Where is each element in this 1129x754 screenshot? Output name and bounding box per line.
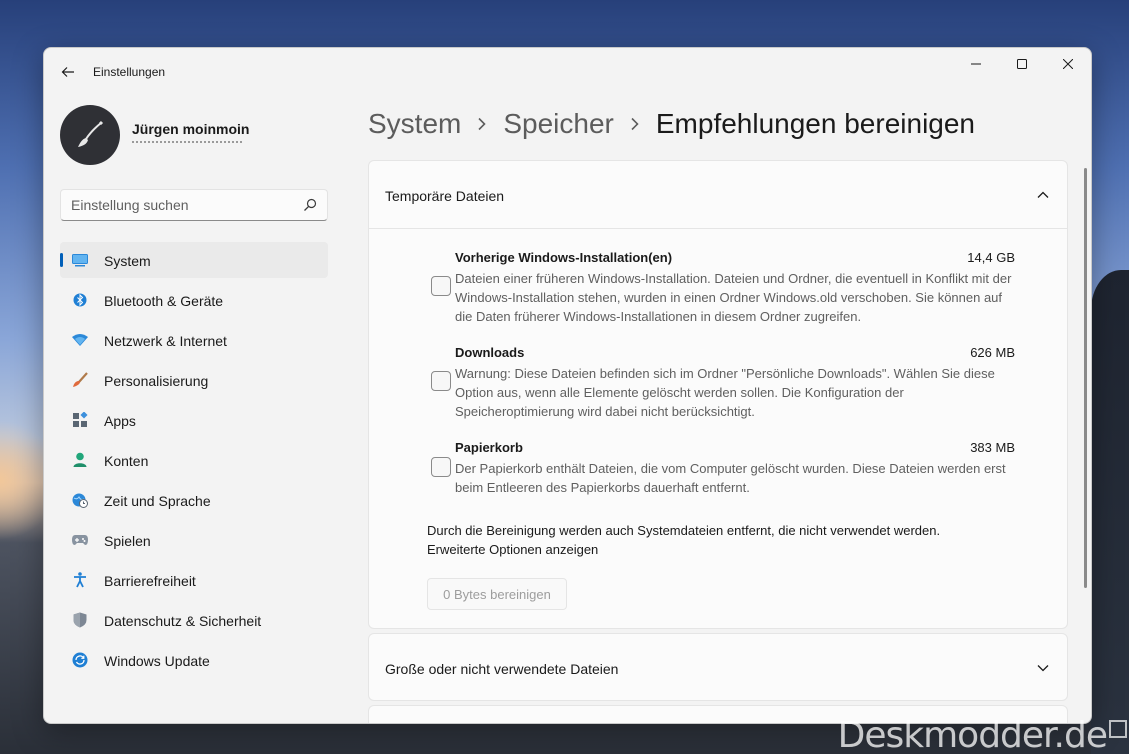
downloads-checkbox[interactable] — [431, 371, 451, 391]
temporary-files-header[interactable]: Temporäre Dateien — [369, 161, 1067, 229]
close-icon — [1063, 59, 1073, 69]
shield-icon — [72, 612, 88, 628]
search-input[interactable] — [71, 190, 291, 220]
advanced-options-link[interactable]: Erweiterte Optionen anzeigen — [427, 540, 598, 559]
sidebar-nav: System Bluetooth & Geräte Netzwerk & Int… — [60, 242, 328, 682]
sidebar-item-label: Konten — [104, 453, 149, 469]
windows-old-checkbox[interactable] — [431, 276, 451, 296]
sidebar-item-label: Spielen — [104, 533, 151, 549]
back-button[interactable] — [56, 60, 80, 84]
chevron-up-icon[interactable] — [1035, 187, 1051, 203]
sidebar-item-personalization[interactable]: Personalisierung — [60, 362, 328, 398]
arrow-left-icon — [61, 67, 74, 77]
entry-description: Dateien einer früheren Windows-Installat… — [455, 271, 1012, 324]
recycle-bin-checkbox[interactable] — [431, 457, 451, 477]
maximize-button[interactable] — [999, 48, 1045, 80]
entry-size: 383 MB — [970, 440, 1015, 455]
title-bar: Einstellungen — [44, 48, 1091, 96]
cleanup-entry-recycle-bin: Papierkorb 383 MB Der Papierkorb enthält… — [427, 440, 1015, 497]
temporary-files-title: Temporäre Dateien — [385, 188, 505, 204]
scrollbar[interactable] — [1084, 168, 1087, 588]
sidebar-item-gaming[interactable]: Spielen — [60, 522, 328, 558]
chevron-down-icon[interactable] — [1035, 660, 1051, 676]
sidebar-item-label: Windows Update — [104, 653, 210, 669]
window-controls — [953, 48, 1091, 80]
cleanup-entry-downloads: Downloads 626 MB Warnung: Diese Dateien … — [427, 345, 1015, 421]
system-icon — [72, 252, 88, 268]
sidebar-item-label: Barrierefreiheit — [104, 573, 196, 589]
sidebar-item-label: Zeit und Sprache — [104, 493, 211, 509]
chevron-right-icon — [461, 117, 503, 131]
cleanup-notice: Durch die Bereinigung werden auch System… — [427, 523, 941, 538]
cleanup-entry-windows-old: Vorherige Windows-Installation(en) 14,4 … — [427, 250, 1015, 326]
update-icon — [72, 652, 88, 668]
sidebar-item-accounts[interactable]: Konten — [60, 442, 328, 478]
temporary-files-card: Temporäre Dateien Vorherige Windows-Inst… — [368, 160, 1068, 629]
apps-icon — [72, 412, 88, 428]
entry-title: Papierkorb — [455, 440, 523, 455]
sidebar-item-label: Datenschutz & Sicherheit — [104, 613, 262, 629]
watermark-edit-icon — [1109, 720, 1127, 738]
accessibility-icon — [72, 572, 88, 588]
chevron-right-icon — [614, 117, 656, 131]
sidebar-item-privacy[interactable]: Datenschutz & Sicherheit — [60, 602, 328, 638]
minimize-button[interactable] — [953, 48, 999, 80]
entry-size: 14,4 GB — [967, 250, 1015, 265]
wallpaper-mountain — [1091, 270, 1129, 754]
large-files-card[interactable]: Große oder nicht verwendete Dateien — [368, 633, 1068, 701]
bluetooth-icon — [72, 292, 88, 308]
breadcrumb-system[interactable]: System — [368, 108, 461, 140]
watermark-text: Deskmodder.de — [837, 715, 1108, 754]
entry-title: Vorherige Windows-Installation(en) — [455, 250, 673, 265]
search-box[interactable] — [60, 189, 328, 221]
avatar — [60, 105, 120, 165]
user-email-redacted — [132, 141, 242, 144]
minimize-icon — [971, 63, 981, 65]
paintbrush-icon — [78, 120, 104, 147]
sidebar-item-apps[interactable]: Apps — [60, 402, 328, 438]
sidebar-item-label: Apps — [104, 413, 136, 429]
cleanup-button[interactable]: 0 Bytes bereinigen — [427, 578, 567, 610]
sidebar-item-label: Personalisierung — [104, 373, 209, 389]
sidebar-item-windows-update[interactable]: Windows Update — [60, 642, 328, 678]
sidebar-item-label: Bluetooth & Geräte — [104, 293, 224, 309]
sidebar-item-accessibility[interactable]: Barrierefreiheit — [60, 562, 328, 598]
entry-description: Warnung: Diese Dateien befinden sich im … — [455, 366, 995, 419]
entry-description: Der Papierkorb enthält Dateien, die vom … — [455, 461, 1006, 495]
sidebar-item-network[interactable]: Netzwerk & Internet — [60, 322, 328, 358]
gamepad-icon — [72, 532, 88, 548]
app-title: Einstellungen — [93, 65, 166, 79]
breadcrumb: System Speicher Empfehlungen bereinigen — [368, 104, 975, 144]
account-icon — [72, 452, 88, 468]
sidebar-item-time-language[interactable]: Zeit und Sprache — [60, 482, 328, 518]
maximize-icon — [1017, 59, 1027, 69]
user-name: Jürgen moinmoin — [132, 121, 250, 137]
sidebar-item-label: System — [104, 253, 151, 269]
sidebar-item-system[interactable]: System — [60, 242, 328, 278]
large-files-title: Große oder nicht verwendete Dateien — [385, 661, 619, 677]
sidebar-item-label: Netzwerk & Internet — [104, 333, 227, 349]
entry-title: Downloads — [455, 345, 525, 360]
globe-clock-icon — [72, 492, 88, 508]
sidebar-item-bluetooth[interactable]: Bluetooth & Geräte — [60, 282, 328, 318]
close-button[interactable] — [1045, 48, 1091, 80]
breadcrumb-storage[interactable]: Speicher — [503, 108, 614, 140]
page-title: Empfehlungen bereinigen — [655, 108, 976, 139]
brush-icon — [72, 372, 88, 388]
wifi-icon — [72, 332, 88, 348]
settings-window: Einstellungen Jürgen moinmoin Einstellun… — [43, 47, 1092, 724]
entry-size: 626 MB — [970, 345, 1015, 360]
user-profile[interactable]: Jürgen moinmoin — [60, 105, 350, 167]
search-icon[interactable] — [303, 198, 317, 212]
